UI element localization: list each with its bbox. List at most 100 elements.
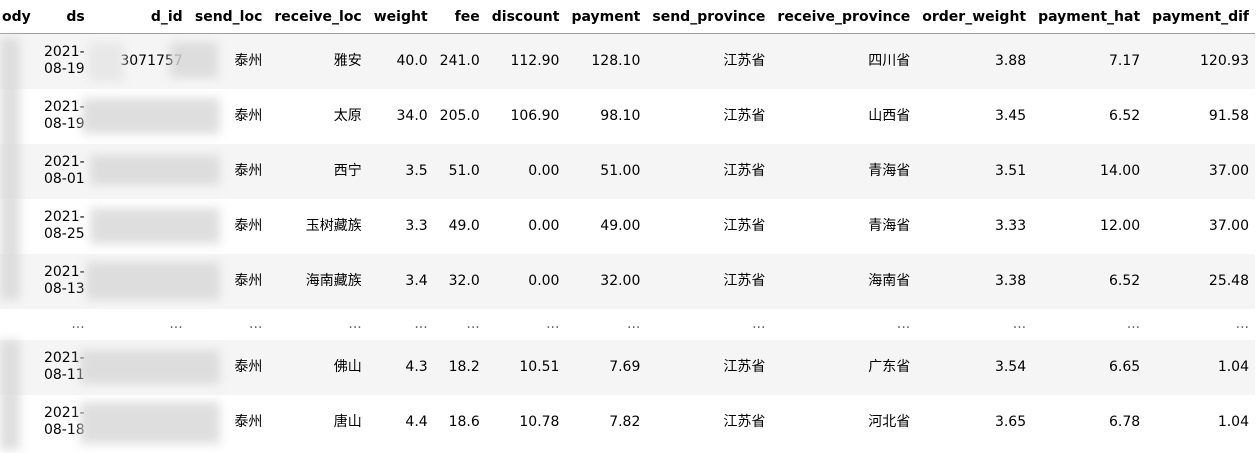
cell-receive-province: 四川省 bbox=[868, 52, 911, 69]
col-header-ds: ds bbox=[36, 0, 91, 34]
cell-ds-year: 2021- bbox=[43, 44, 85, 61]
cell-fee: 51.0 bbox=[448, 162, 480, 179]
cell-receive-loc: 西宁 bbox=[333, 162, 362, 179]
cell-weight: 40.0 bbox=[396, 52, 428, 69]
cell-fee: 205.0 bbox=[439, 107, 480, 124]
cell-payment: 7.69 bbox=[609, 358, 641, 375]
redaction-blur-id-1 bbox=[88, 42, 124, 82]
cell-payment-dif: 37.00 bbox=[1208, 162, 1249, 179]
cell-ds-day: 08-13 bbox=[43, 281, 85, 297]
redaction-blur-id-5 bbox=[86, 262, 220, 300]
redaction-blur-id-2 bbox=[82, 98, 220, 134]
cell-discount: 10.78 bbox=[519, 413, 560, 430]
cell-ds: 2021- 08-19 bbox=[37, 34, 91, 89]
cell-receive-loc: 玉树藏族 bbox=[305, 217, 362, 234]
cell-ds-year: 2021- bbox=[43, 405, 85, 421]
ellipsis-cell: ... bbox=[169, 315, 183, 332]
redaction-blur-id-7 bbox=[80, 402, 220, 444]
cell-ds-day: 08-19 bbox=[43, 116, 85, 132]
col-header-receive-loc: receive_loc bbox=[268, 0, 368, 34]
redaction-blur-id-6 bbox=[80, 350, 220, 384]
cell-receive-province: 广东省 bbox=[868, 358, 911, 375]
ellipsis-cell: ... bbox=[71, 315, 85, 332]
cell-fee: 49.0 bbox=[448, 217, 480, 234]
ellipsis-cell: ... bbox=[627, 315, 641, 332]
ellipsis-cell: ... bbox=[1235, 315, 1249, 332]
cell-ds: 2021- 08-01 bbox=[37, 144, 91, 199]
cell-receive-loc: 雅安 bbox=[333, 52, 362, 69]
cell-weight: 4.4 bbox=[405, 413, 428, 430]
cell-receive-loc: 海南藏族 bbox=[305, 272, 362, 289]
cell-send-province: 江苏省 bbox=[723, 217, 766, 234]
cell-receive-province: 青海省 bbox=[868, 217, 911, 234]
cell-order-weight: 3.45 bbox=[994, 107, 1027, 124]
cell-payment-dif: 25.48 bbox=[1208, 272, 1249, 289]
cell-send-province: 江苏省 bbox=[723, 52, 766, 69]
cell-payment-hat: 6.78 bbox=[1108, 413, 1141, 430]
cell-payment: 51.00 bbox=[600, 162, 641, 179]
cell-fee: 18.6 bbox=[448, 413, 480, 430]
cell-discount: 0.00 bbox=[528, 217, 560, 234]
cell-order-weight: 3.65 bbox=[994, 413, 1027, 430]
cell-payment-dif: 91.58 bbox=[1208, 107, 1249, 124]
col-header-body: ody bbox=[0, 0, 37, 34]
cell-ds-day: 08-19 bbox=[43, 61, 85, 78]
cell-ds-year: 2021- bbox=[43, 264, 85, 280]
cell-fee: 18.2 bbox=[448, 358, 480, 375]
cell-ds-day: 08-18 bbox=[43, 422, 85, 438]
cell-payment: 128.10 bbox=[591, 52, 641, 69]
cell-weight: 3.4 bbox=[405, 272, 428, 289]
cell-payment-hat: 6.65 bbox=[1108, 358, 1141, 375]
col-header-order-weight: order_weight bbox=[916, 0, 1033, 34]
cell-payment: 49.00 bbox=[600, 217, 641, 234]
cell-payment-dif: 1.04 bbox=[1217, 413, 1249, 430]
cell-weight: 3.5 bbox=[405, 162, 428, 179]
cell-send-province: 江苏省 bbox=[723, 272, 766, 289]
ellipsis-cell: ... bbox=[466, 315, 480, 332]
cell-ds-year: 2021- bbox=[43, 350, 85, 366]
cell-weight: 34.0 bbox=[396, 107, 428, 124]
ellipsis-cell: ... bbox=[896, 315, 911, 332]
cell-receive-province: 海南省 bbox=[868, 272, 911, 289]
redaction-blur-id-1b bbox=[170, 42, 218, 78]
cell-payment-hat: 6.52 bbox=[1108, 272, 1141, 289]
col-header-payment-hat: payment_hat bbox=[1032, 0, 1147, 34]
cell-payment-hat: 6.52 bbox=[1108, 107, 1141, 124]
ellipsis-cell: ... bbox=[1012, 315, 1027, 332]
cell-send-province: 江苏省 bbox=[723, 358, 766, 375]
ellipsis-cell: ... bbox=[414, 315, 428, 332]
cell-payment: 7.82 bbox=[609, 413, 641, 430]
cell-ds-day: 08-11 bbox=[43, 367, 85, 383]
cell-receive-loc: 太原 bbox=[333, 107, 362, 124]
ellipsis-cell: ... bbox=[752, 315, 766, 332]
cell-ds: 2021- 08-13 bbox=[37, 254, 91, 309]
cell-receive-province: 山西省 bbox=[868, 107, 911, 124]
ellipsis-row: ....................................... bbox=[0, 308, 1255, 340]
redaction-blur-id-4 bbox=[90, 208, 220, 244]
cell-payment-dif: 120.93 bbox=[1200, 52, 1249, 69]
cell-receive-loc: 唐山 bbox=[333, 413, 362, 430]
ellipsis-cell: ... bbox=[546, 315, 560, 332]
cell-discount: 106.90 bbox=[510, 107, 560, 124]
cell-payment-dif: 1.04 bbox=[1217, 358, 1249, 375]
cell-payment-dif: 37.00 bbox=[1208, 217, 1249, 234]
redaction-blur-id-3 bbox=[90, 155, 220, 185]
ellipsis-cell: ... bbox=[348, 315, 362, 332]
cell-ds-year: 2021- bbox=[43, 154, 85, 170]
col-header-receive-province: receive_province bbox=[771, 0, 917, 34]
cell-discount: 0.00 bbox=[528, 272, 560, 289]
col-header-payment: payment bbox=[565, 0, 647, 34]
cell-order-weight: 3.38 bbox=[994, 272, 1027, 289]
ellipsis-cell bbox=[0, 309, 37, 340]
cell-fee: 32.0 bbox=[448, 272, 480, 289]
cell-payment: 98.10 bbox=[600, 107, 641, 124]
redaction-blur-left bbox=[0, 38, 20, 300]
cell-weight: 3.3 bbox=[405, 217, 428, 234]
col-header-send-loc: send_loc bbox=[188, 0, 269, 34]
cell-ds-year: 2021- bbox=[43, 99, 85, 115]
header-row: ody ds d_id send_loc receive_loc weight fee dis… bbox=[0, 0, 1255, 34]
cell-payment-hat: 14.00 bbox=[1100, 162, 1141, 179]
redaction-blur-left-tail bbox=[0, 340, 20, 450]
col-header-discount: discount bbox=[485, 0, 566, 34]
cell-send-province: 江苏省 bbox=[723, 107, 766, 124]
